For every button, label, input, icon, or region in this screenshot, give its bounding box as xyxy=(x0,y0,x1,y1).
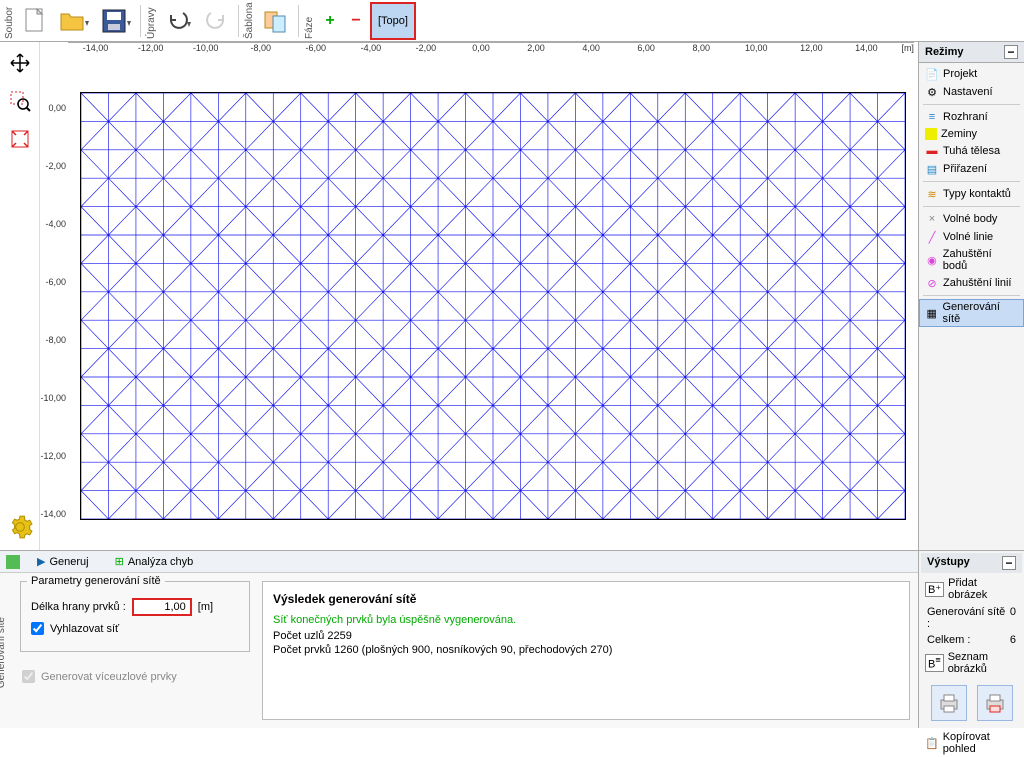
mesh-params-group: Parametry generování sítě Délka hrany pr… xyxy=(20,581,250,652)
bottom-panel: ▶Generuj ⊞Analýza chyb Generování sítě P… xyxy=(0,550,918,728)
collapse-outputs-button[interactable]: − xyxy=(1002,556,1016,570)
results-box: Výsledek generování sítě Síť konečných p… xyxy=(262,581,910,720)
outputs-panel: Výstupy − B⁺Přidat obrázek Generování sí… xyxy=(918,550,1024,728)
results-title: Výsledek generování sítě xyxy=(273,592,899,606)
outputs-header: Výstupy xyxy=(927,556,970,570)
out-row2-v: 6 xyxy=(1010,634,1016,646)
menu-label-phase: Fáze xyxy=(302,3,317,39)
copy-view-button[interactable]: 📋Kopírovat pohled xyxy=(921,729,1022,757)
add-phase-button[interactable]: + xyxy=(318,2,342,40)
svg-text:+: + xyxy=(325,14,334,28)
results-ok: Síť konečných prvků byla úspěšně vygener… xyxy=(273,614,899,626)
mode-interfaces[interactable]: ≡Rozhraní xyxy=(919,108,1024,126)
status-marker-icon xyxy=(6,555,20,569)
mesh-display xyxy=(80,92,906,520)
svg-text:−: − xyxy=(351,14,360,28)
results-nodes: Počet uzlů 2259 xyxy=(273,630,899,642)
zoom-extents-tool[interactable] xyxy=(5,124,35,154)
mode-soils[interactable]: Zeminy xyxy=(919,126,1024,142)
results-elements: Počet prvků 1260 (plošných 900, nosníkov… xyxy=(273,644,899,656)
settings-gear-button[interactable] xyxy=(5,512,35,542)
ruler-y: 0,00 -2,00 -4,00 -6,00 -8,00 -10,00 -12,… xyxy=(40,58,68,550)
tab-generate[interactable]: ▶Generuj xyxy=(28,552,98,571)
add-image-button[interactable]: B⁺Přidat obrázek xyxy=(921,575,1022,603)
multinode-checkbox xyxy=(22,670,35,683)
topo-button[interactable]: [Topo] xyxy=(370,2,416,40)
smooth-mesh-checkbox[interactable] xyxy=(31,622,44,635)
out-row2-l: Celkem : xyxy=(927,634,970,646)
multinode-label: Generovat víceuzlové prvky xyxy=(41,671,177,683)
mode-refine-points[interactable]: ◉Zahuštění bodů xyxy=(919,246,1024,274)
print-button[interactable] xyxy=(931,685,967,721)
panel-side-label: Generování sítě xyxy=(0,617,7,688)
save-file-button[interactable] xyxy=(96,2,136,40)
menu-label-edit: Úpravy xyxy=(144,3,159,39)
open-file-button[interactable] xyxy=(54,2,94,40)
main-toolbar: Soubor Úpravy Šablona Fáze + − [Topo] xyxy=(0,0,1024,42)
new-file-button[interactable] xyxy=(18,2,52,40)
template-button[interactable] xyxy=(258,2,294,40)
mode-assign[interactable]: ▤Přiřazení xyxy=(919,160,1024,178)
modes-panel: Režimy − 📄Projekt ⚙Nastavení ≡Rozhraní Z… xyxy=(918,42,1024,550)
edge-length-unit: [m] xyxy=(198,601,213,613)
mode-project[interactable]: 📄Projekt xyxy=(919,65,1024,83)
menu-label-template: Šablona xyxy=(242,3,257,39)
out-row1-v: 0 xyxy=(1010,606,1016,630)
undo-button[interactable] xyxy=(160,2,198,40)
canvas-area[interactable]: -14,00-12,00-10,00 -8,00-6,00-4,00 -2,00… xyxy=(40,42,918,550)
print-pdf-button[interactable] xyxy=(977,685,1013,721)
mode-refine-lines[interactable]: ⊘Zahuštění linií xyxy=(919,274,1024,292)
zoom-window-tool[interactable] xyxy=(5,86,35,116)
out-row1-l: Generování sítě : xyxy=(927,606,1010,630)
tab-analysis[interactable]: ⊞Analýza chyb xyxy=(106,552,203,571)
modes-header: Režimy xyxy=(925,46,964,58)
mode-settings[interactable]: ⚙Nastavení xyxy=(919,83,1024,101)
menu-label-file: Soubor xyxy=(2,3,17,39)
edge-length-input[interactable] xyxy=(132,598,192,616)
remove-phase-button[interactable]: − xyxy=(344,2,368,40)
mode-free-points[interactable]: ×Volné body xyxy=(919,210,1024,228)
redo-button[interactable] xyxy=(200,2,234,40)
collapse-modes-button[interactable]: − xyxy=(1004,45,1018,59)
edge-length-label: Délka hrany prvků : xyxy=(31,601,126,613)
mode-rigid[interactable]: ▬Tuhá tělesa xyxy=(919,142,1024,160)
image-list-button[interactable]: B≡Seznam obrázků xyxy=(921,649,1022,677)
mode-contacts[interactable]: ≋Typy kontaktů xyxy=(919,185,1024,203)
smooth-mesh-label: Vyhlazovat síť xyxy=(50,623,119,635)
left-toolbar xyxy=(0,42,40,550)
ruler-x: -14,00-12,00-10,00 -8,00-6,00-4,00 -2,00… xyxy=(68,42,914,58)
mode-mesh-gen[interactable]: ▦Generování sítě xyxy=(919,299,1024,327)
mode-free-lines[interactable]: ╱Volné linie xyxy=(919,228,1024,246)
pan-tool[interactable] xyxy=(5,48,35,78)
